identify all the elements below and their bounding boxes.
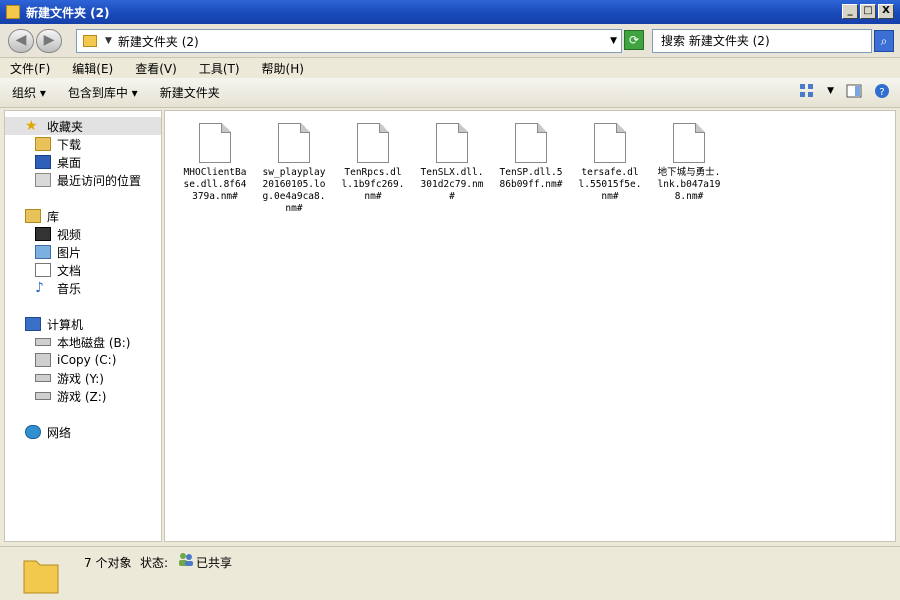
- arrow-right-icon: ▶: [43, 32, 55, 48]
- file-name: TenSP.dll.586b09ff.nm#: [499, 167, 563, 190]
- file-item[interactable]: 地下城与勇士.lnk.b047a198.nm#: [653, 113, 725, 203]
- file-item[interactable]: MHOClientBase.dll.8f64379a.nm#: [179, 113, 251, 203]
- refresh-icon: ⟳: [628, 33, 640, 47]
- search-input[interactable]: 搜索 新建文件夹 (2): [652, 29, 872, 53]
- toolbar-right: ▼ ?: [799, 83, 890, 99]
- address-path: 新建文件夹 (2): [117, 34, 199, 49]
- file-item[interactable]: TenRpcs.dll.1b9fc269.nm#: [337, 113, 409, 203]
- file-name: sw_playplay20160105.log.0e4a9ca8.nm#: [262, 167, 326, 214]
- state-value: 已共享: [196, 556, 233, 570]
- nav-item-pictures[interactable]: 图片: [35, 243, 81, 261]
- details-pane: 7 个对象 状态: 已共享: [0, 546, 900, 600]
- document-icon: [35, 263, 51, 277]
- hard-drive-icon: [35, 374, 51, 382]
- nav-item-drive-y[interactable]: 游戏 (Y:): [35, 369, 104, 387]
- new-folder-button[interactable]: 新建文件夹: [160, 84, 220, 101]
- nav-item-recent[interactable]: 最近访问的位置: [35, 171, 141, 189]
- view-dropdown-icon[interactable]: ▼: [827, 86, 834, 96]
- nav-item-drive-z[interactable]: 游戏 (Z:): [35, 387, 106, 405]
- preview-pane-icon[interactable]: [846, 83, 862, 99]
- menu-file[interactable]: 文件(F): [6, 60, 54, 77]
- file-icon: [515, 123, 547, 163]
- file-name: tersafe.dll.55015f5e.nm#: [578, 167, 642, 202]
- nav-favorites[interactable]: ★ 收藏夹: [5, 117, 161, 135]
- hard-drive-icon: [35, 338, 51, 346]
- nav-item-music[interactable]: ♪ 音乐: [35, 279, 81, 297]
- navigation-pane: ★ 收藏夹 下载 桌面 最近访问的位置 库 视频 图片 文档 ♪ 音乐 计算机 本地…: [4, 110, 162, 542]
- folder-icon: [23, 560, 59, 594]
- menu-help[interactable]: 帮助(H): [258, 60, 308, 77]
- nav-item-documents[interactable]: 文档: [35, 261, 81, 279]
- shared-users-icon: [179, 553, 193, 566]
- state-label: 状态:: [140, 556, 169, 570]
- search-icon: ⌕: [880, 34, 888, 48]
- file-list: MHOClientBase.dll.8f64379a.nm# sw_playpl…: [164, 110, 896, 542]
- svg-text:?: ?: [879, 87, 884, 98]
- file-item[interactable]: sw_playplay20160105.log.0e4a9ca8.nm#: [258, 113, 330, 215]
- nav-item-videos[interactable]: 视频: [35, 225, 81, 243]
- star-icon: ★: [25, 118, 38, 134]
- file-item[interactable]: TenSP.dll.586b09ff.nm#: [495, 113, 567, 191]
- nav-libraries[interactable]: 库: [25, 207, 59, 225]
- music-icon: ♪: [35, 280, 44, 296]
- menu-edit[interactable]: 编辑(E): [68, 60, 117, 77]
- close-button[interactable]: X: [878, 4, 894, 19]
- organize-button[interactable]: 组织 ▾: [12, 84, 46, 101]
- address-dropdown-icon[interactable]: ▼: [610, 36, 617, 46]
- file-name: 地下城与勇士.lnk.b047a198.nm#: [657, 167, 721, 202]
- help-icon[interactable]: ?: [874, 83, 890, 99]
- nav-item-drive-c[interactable]: iCopy (C:): [35, 351, 116, 369]
- window-controls: _ □ X: [842, 4, 894, 19]
- video-icon: [35, 227, 51, 241]
- refresh-button[interactable]: ⟳: [624, 30, 644, 50]
- download-folder-icon: [35, 137, 51, 151]
- address-field[interactable]: ▼ 新建文件夹 (2) ▼: [76, 29, 622, 53]
- maximize-button[interactable]: □: [860, 4, 876, 19]
- minimize-button[interactable]: _: [842, 4, 858, 19]
- hard-drive-icon: [35, 392, 51, 400]
- file-icon: [357, 123, 389, 163]
- nav-network[interactable]: 网络: [25, 423, 71, 441]
- item-count: 7 个对象: [84, 556, 132, 570]
- file-item[interactable]: tersafe.dll.55015f5e.nm#: [574, 113, 646, 203]
- menu-tools[interactable]: 工具(T): [195, 60, 244, 77]
- window-title: 新建文件夹 (2): [26, 5, 110, 20]
- system-drive-icon: [35, 353, 51, 367]
- file-name: TenSLX.dll.301d2c79.nm#: [420, 167, 484, 202]
- title-bar: 新建文件夹 (2) _ □ X: [0, 0, 900, 24]
- include-library-button[interactable]: 包含到库中 ▾: [68, 84, 138, 101]
- file-icon: [199, 123, 231, 163]
- address-bar: ◀ ▶ ▼ 新建文件夹 (2) ▼ ⟳ 搜索 新建文件夹 (2) ⌕: [0, 24, 900, 58]
- menu-view[interactable]: 查看(V): [131, 60, 181, 77]
- network-icon: [25, 425, 41, 439]
- nav-computer[interactable]: 计算机: [25, 315, 83, 333]
- command-toolbar: 组织 ▾ 包含到库中 ▾ 新建文件夹 ▼ ?: [0, 78, 900, 108]
- file-name: MHOClientBase.dll.8f64379a.nm#: [183, 167, 247, 202]
- nav-item-drive-b[interactable]: 本地磁盘 (B:): [35, 333, 130, 351]
- arrow-left-icon: ◀: [15, 32, 27, 48]
- recent-places-icon: [35, 173, 51, 187]
- file-icon: [278, 123, 310, 163]
- file-icon: [594, 123, 626, 163]
- library-icon: [25, 209, 41, 223]
- search-button[interactable]: ⌕: [874, 30, 894, 52]
- file-icon: [436, 123, 468, 163]
- file-icon: [673, 123, 705, 163]
- file-item[interactable]: TenSLX.dll.301d2c79.nm#: [416, 113, 488, 203]
- forward-button[interactable]: ▶: [36, 29, 62, 53]
- back-button[interactable]: ◀: [8, 29, 34, 53]
- nav-item-downloads[interactable]: 下载: [35, 135, 81, 153]
- chevron-down-icon[interactable]: ▼: [105, 36, 112, 46]
- folder-icon: [83, 35, 97, 47]
- menu-bar: 文件(F) 编辑(E) 查看(V) 工具(T) 帮助(H): [0, 58, 900, 78]
- picture-icon: [35, 245, 51, 259]
- desktop-icon: [35, 155, 51, 169]
- computer-icon: [25, 317, 41, 331]
- nav-item-desktop[interactable]: 桌面: [35, 153, 81, 171]
- view-options-icon[interactable]: [799, 83, 815, 99]
- folder-icon: [6, 5, 20, 19]
- file-name: TenRpcs.dll.1b9fc269.nm#: [341, 167, 405, 202]
